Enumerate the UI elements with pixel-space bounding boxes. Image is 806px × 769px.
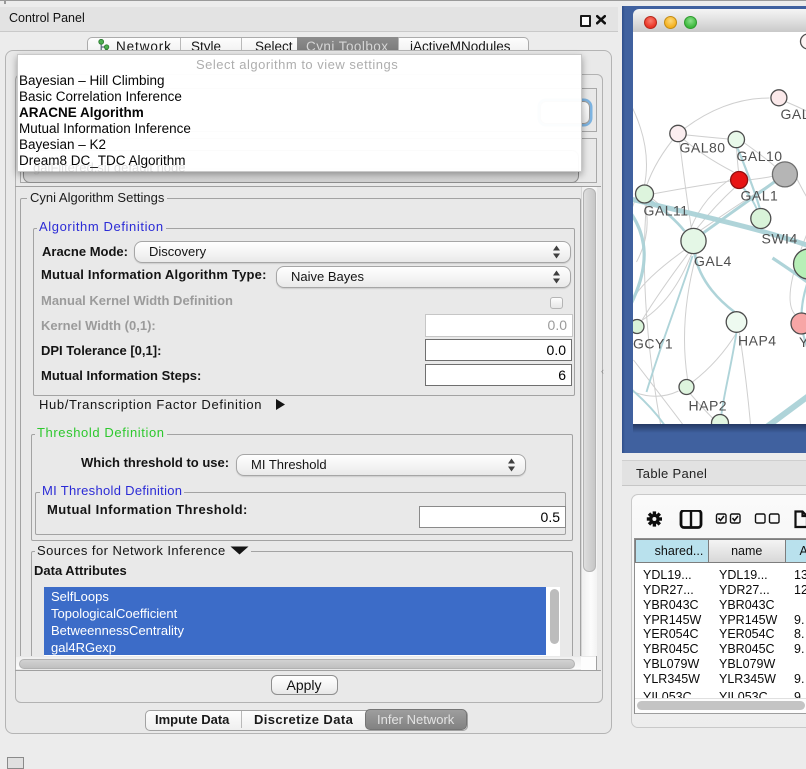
svg-text:SWI4: SWI4 xyxy=(761,231,797,247)
svg-text:GAL4: GAL4 xyxy=(694,253,732,269)
svg-text:GAL2: GAL2 xyxy=(780,106,806,122)
svg-text:YB: YB xyxy=(799,334,806,350)
svg-text:GAL80: GAL80 xyxy=(679,140,725,156)
svg-text:GAL1: GAL1 xyxy=(740,188,778,204)
svg-text:GCY1: GCY1 xyxy=(633,336,673,352)
svg-text:HAP2: HAP2 xyxy=(688,398,727,414)
svg-text:GAL10: GAL10 xyxy=(736,148,782,164)
svg-text:GAL11: GAL11 xyxy=(643,203,688,219)
svg-text:HAP4: HAP4 xyxy=(738,333,777,349)
